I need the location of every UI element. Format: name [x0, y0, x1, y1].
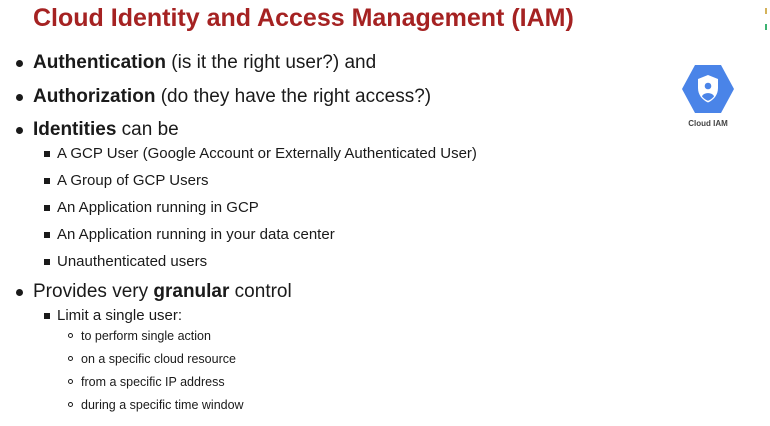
bullet-bold-term: granular — [153, 281, 230, 302]
circle-bullet — [68, 379, 73, 384]
square-bullet — [44, 178, 50, 184]
circle-bullet — [68, 356, 73, 361]
bullet-dot — [16, 289, 23, 296]
square-bullet — [44, 151, 50, 157]
slide-title: Cloud Identity and Access Management (IA… — [33, 4, 574, 32]
circle-bullet — [68, 402, 73, 407]
sub-sub-bullet: to perform single action — [14, 328, 654, 345]
square-bullet — [44, 313, 50, 319]
sub-sub-bullet-text: during a specific time window — [81, 398, 244, 412]
bullet-bold-term: Identities — [33, 119, 117, 140]
sub-sub-bullet-text: from a specific IP address — [81, 375, 225, 389]
square-bullet — [44, 259, 50, 265]
sub-bullet-identity: An Application running in GCP — [14, 198, 654, 218]
bullet-granular-control: Provides very granular control — [14, 280, 654, 304]
sub-bullet-text: A Group of GCP Users — [57, 172, 209, 189]
bullet-bold-term: Authentication — [33, 52, 166, 73]
square-bullet — [44, 232, 50, 238]
bullet-text: can be — [116, 119, 179, 140]
circle-bullet — [68, 333, 73, 338]
bullet-text: (is it the right user?) and — [166, 52, 377, 73]
sub-bullet-limit-user: Limit a single user: — [14, 306, 654, 326]
cloud-iam-icon — [682, 65, 734, 113]
sub-sub-bullet-text: to perform single action — [81, 329, 211, 343]
sub-sub-bullet: during a specific time window — [14, 397, 654, 414]
sub-bullet-text: Unauthenticated users — [57, 253, 208, 270]
bullet-identities: Identities can be — [14, 118, 654, 142]
sub-bullet-text: An Application running in GCP — [57, 199, 259, 216]
square-bullet — [44, 205, 50, 211]
bullet-text: Provides very — [33, 281, 154, 302]
bullet-authentication: Authentication (is it the right user?) a… — [14, 51, 654, 75]
bullet-dot — [16, 60, 23, 67]
sub-bullet-identity: A GCP User (Google Account or Externally… — [14, 144, 654, 164]
bullet-text: control — [229, 281, 292, 302]
sub-bullet-text: A GCP User (Google Account or Externally… — [57, 145, 477, 162]
bullet-list: Authentication (is it the right user?) a… — [14, 50, 654, 414]
sub-sub-bullet: from a specific IP address — [14, 374, 654, 391]
bullet-authorization: Authorization (do they have the right ac… — [14, 85, 654, 109]
sub-bullet-text: Limit a single user: — [57, 307, 183, 324]
bullet-dot — [16, 94, 23, 101]
bullet-text: (do they have the right access?) — [155, 86, 432, 107]
sub-bullet-identity: Unauthenticated users — [14, 252, 654, 272]
edge-indicator — [765, 8, 767, 14]
sub-bullet-identity: An Application running in your data cent… — [14, 225, 654, 245]
sub-bullet-text: An Application running in your data cent… — [57, 226, 335, 243]
sub-bullet-identity: A Group of GCP Users — [14, 171, 654, 191]
edge-indicator — [765, 24, 767, 30]
cloud-iam-label: Cloud IAM — [688, 119, 728, 128]
bullet-dot — [16, 127, 23, 134]
sub-sub-bullet-text: on a specific cloud resource — [81, 352, 236, 366]
sub-sub-bullet: on a specific cloud resource — [14, 351, 654, 368]
bullet-bold-term: Authorization — [33, 86, 156, 107]
